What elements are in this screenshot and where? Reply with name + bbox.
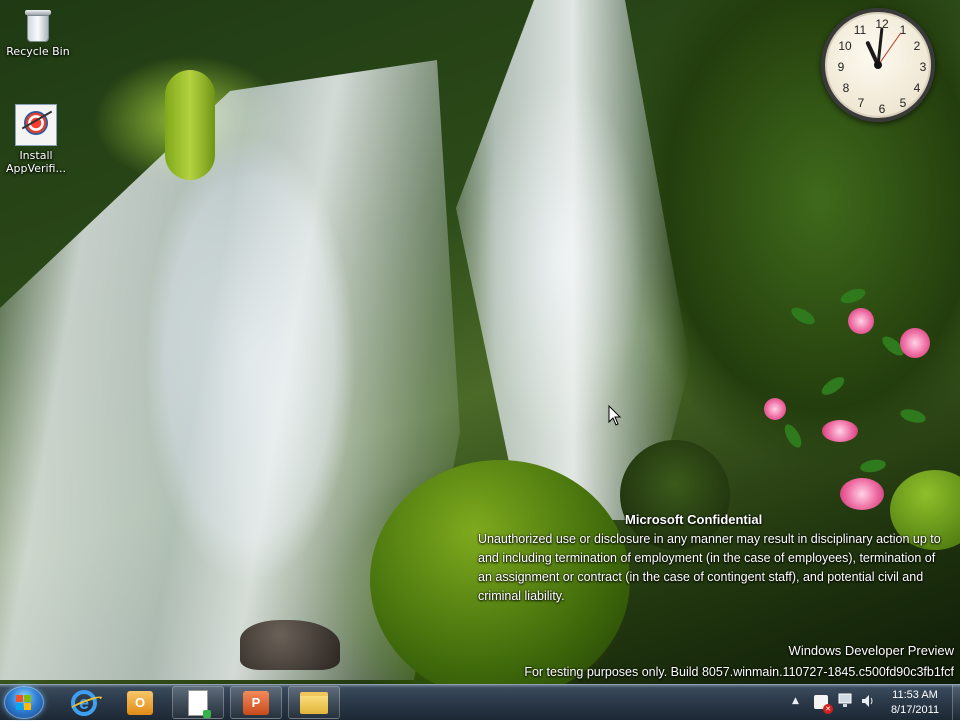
pink-flowers (760, 250, 960, 530)
clock-numeral: 2 (913, 39, 921, 53)
show-desktop-button[interactable] (952, 685, 960, 721)
start-button[interactable] (4, 686, 44, 719)
desktop-icon-install-appverifier[interactable]: Install AppVerifi... (0, 104, 74, 175)
system-clock[interactable]: 11:53 AM 8/17/2011 (880, 688, 950, 718)
show-hidden-icons-chevron-icon[interactable]: ▲ (792, 696, 799, 706)
powerpoint-icon: P (243, 690, 269, 715)
clock-numeral: 4 (913, 81, 921, 95)
taskbar: e O P ▲ 11:53 AM 8/17/2011 (0, 684, 960, 721)
clock-numeral: 7 (857, 96, 865, 110)
recycle-bin-icon (23, 6, 53, 42)
clock-numeral: 5 (899, 96, 907, 110)
outlook-icon: O (127, 690, 153, 715)
taskbar-button-file-explorer[interactable] (288, 686, 340, 719)
clock-numeral: 3 (919, 60, 927, 74)
clock-numeral: 10 (838, 39, 852, 53)
notification-area: ▲ (790, 685, 890, 721)
build-edition-label: Windows Developer Preview (788, 643, 954, 658)
internet-explorer-icon: e (71, 689, 97, 716)
stone (240, 620, 340, 670)
clock-numeral: 11 (853, 23, 867, 37)
desktop-icon-recycle-bin[interactable]: Recycle Bin (0, 6, 76, 58)
volume-icon[interactable] (860, 693, 876, 712)
clock-date: 8/17/2011 (890, 704, 940, 716)
confidential-notice: Unauthorized use or disclosure in any ma… (478, 532, 941, 603)
action-center-flag-icon[interactable] (814, 695, 833, 714)
taskbar-button-powerpoint[interactable]: P (230, 686, 282, 719)
waterfall-center (456, 0, 690, 520)
taskbar-button-document[interactable] (172, 686, 224, 719)
desktop-icon-label: Recycle Bin (6, 45, 70, 58)
network-icon[interactable] (838, 693, 852, 712)
clock-time: 11:53 AM (892, 689, 938, 701)
clock-numeral: 9 (837, 60, 845, 74)
mossy-log (165, 70, 215, 180)
confidential-title: Microsoft Confidential (625, 512, 763, 527)
clock-center-pin (874, 61, 882, 69)
desktop-icon-label: Install AppVerifi... (6, 149, 66, 175)
clock-numeral: 6 (878, 102, 886, 116)
clock-gadget[interactable]: 12 1 2 3 4 5 6 7 8 9 10 11 (821, 8, 935, 122)
clock-numeral: 8 (842, 81, 850, 95)
taskbar-button-outlook[interactable]: O (114, 686, 166, 719)
appverifier-installer-icon (15, 104, 57, 146)
windows-start-icon (16, 695, 32, 710)
taskbar-button-internet-explorer[interactable]: e (58, 686, 110, 719)
build-number-label: For testing purposes only. Build 8057.wi… (524, 665, 954, 679)
document-icon (188, 689, 211, 718)
file-explorer-icon (300, 691, 328, 714)
